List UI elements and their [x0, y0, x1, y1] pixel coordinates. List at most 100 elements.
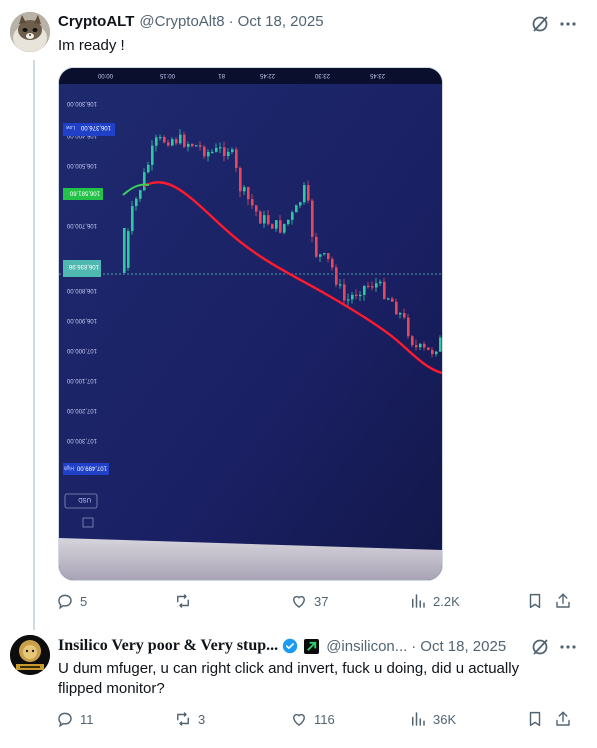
candle-body — [315, 236, 318, 257]
affiliate-badge-icon[interactable] — [304, 638, 320, 654]
price-tick-label: 106,900.00 — [66, 317, 97, 323]
time-tick-label: 23:30 — [314, 72, 330, 78]
tweet-1-media-chart-photo[interactable]: 00:00 00:15 81 22:45 23:30 23:45 106,300.00 10… — [58, 67, 443, 581]
high-price-tag: 107,499.00 High — [63, 463, 109, 475]
avatar-insilico[interactable] — [10, 635, 50, 675]
candle-body — [411, 336, 414, 346]
candle-body — [147, 164, 150, 173]
low-tag-value: 106,376.00 — [80, 124, 111, 130]
author-handle[interactable]: @CryptoAlt8 — [139, 13, 224, 30]
share-icon — [556, 711, 570, 726]
candle-body — [215, 147, 218, 152]
time-tick-label: 22:45 — [259, 72, 275, 78]
avatar-cryptoalt[interactable] — [10, 12, 50, 52]
grok-icon[interactable] — [530, 14, 550, 34]
candle-body — [179, 134, 182, 144]
candle-body — [351, 294, 354, 300]
time-tick-label: 00:15 — [159, 72, 175, 78]
chart-photo: 00:00 00:15 81 22:45 23:30 23:45 106,300.00 10… — [59, 68, 442, 580]
tweet-date[interactable]: Oct 18, 2025 — [420, 638, 506, 655]
candle-body — [259, 211, 262, 224]
candle-body — [171, 139, 174, 146]
share-button[interactable] — [554, 592, 572, 610]
candle-body — [331, 258, 334, 268]
candle-body — [339, 284, 342, 286]
candle-body — [407, 317, 410, 337]
share-button[interactable] — [554, 710, 572, 728]
price-tick-label: 107,000.00 — [66, 347, 97, 353]
tweet-1-text: Im ready ! — [58, 37, 125, 54]
view-count: 2.2K — [433, 593, 460, 609]
high-tag-label: High — [63, 465, 74, 471]
low-price-tag: 106,376.00 Low — [63, 123, 115, 136]
like-button[interactable]: 37 — [290, 592, 328, 610]
bookmark-button[interactable] — [526, 592, 544, 610]
bookmark-icon — [529, 593, 541, 609]
candle-body — [307, 185, 310, 201]
author-name[interactable]: CryptoALT — [58, 13, 134, 30]
price-tick-label: 106,800.00 — [66, 287, 97, 293]
candle-body — [251, 199, 254, 206]
candle-body — [183, 134, 186, 147]
candle-body — [199, 145, 202, 147]
candle-body — [391, 298, 394, 302]
bookmark-icon — [529, 711, 541, 727]
tweet-2[interactable]: Insilico Very poor & Very stup... @insil… — [0, 628, 597, 748]
tweet-1-header: CryptoALT @CryptoAlt8 · Oct 18, 2025 — [58, 13, 324, 30]
separator: · — [228, 13, 234, 30]
candle-body — [243, 187, 246, 192]
views-button[interactable]: 2.2K — [409, 592, 460, 610]
repost-icon — [177, 712, 189, 726]
candle-body — [299, 202, 302, 206]
candle-body — [135, 198, 138, 207]
views-button[interactable]: 36K — [409, 710, 456, 728]
candle-body — [291, 212, 294, 220]
candle-body — [155, 137, 158, 146]
price-tick-label: 106,700.00 — [66, 222, 97, 228]
like-button[interactable]: 116 — [290, 710, 335, 728]
candle-body — [395, 301, 398, 315]
more-icon[interactable] — [558, 14, 578, 34]
candle-body — [207, 151, 210, 157]
candle-body — [399, 313, 402, 315]
candle-body — [187, 143, 190, 147]
price-tick-label: 107,200.00 — [66, 407, 97, 413]
price-tick-label: 106,300.00 — [66, 100, 97, 106]
bookmark-button[interactable] — [526, 710, 544, 728]
tweet-2-top-icons — [530, 637, 578, 657]
more-icon[interactable] — [558, 637, 578, 657]
reply-button[interactable]: 5 — [56, 592, 87, 610]
candle-body — [335, 267, 338, 285]
last-price-value: 106,836.96 — [68, 263, 99, 269]
tweet-2-actions: 11 3 116 36K — [56, 710, 576, 732]
candle-body — [247, 187, 250, 200]
repost-button[interactable]: 3 — [174, 710, 205, 728]
currency-label: USD — [78, 496, 91, 502]
author-name[interactable]: Insilico Very poor & Very stup... — [58, 637, 278, 655]
candle-body — [255, 205, 258, 212]
author-handle[interactable]: @insilicon... — [326, 638, 407, 655]
grok-icon[interactable] — [530, 637, 550, 657]
candle-body — [343, 284, 346, 301]
repost-icon — [177, 594, 189, 608]
tweet-1[interactable]: CryptoALT @CryptoAlt8 · Oct 18, 2025 Im … — [0, 0, 597, 630]
repost-button[interactable] — [174, 592, 198, 610]
reply-button[interactable]: 11 — [56, 710, 94, 728]
candle-body — [167, 142, 170, 146]
candle-body — [367, 285, 370, 288]
candle-body — [275, 220, 278, 229]
candle-body — [363, 285, 366, 295]
tweet-date[interactable]: Oct 18, 2025 — [238, 13, 324, 30]
green-price-tag: 106,581.60 — [63, 188, 103, 200]
candle-body — [131, 206, 134, 232]
like-count: 37 — [314, 593, 329, 609]
candle-body — [235, 149, 238, 169]
candle-body — [123, 228, 126, 273]
candle-body — [223, 147, 226, 157]
candle-body — [163, 136, 166, 143]
views-icon — [412, 594, 425, 608]
tweet-2-text: U dum mfuger, u can right click and inve… — [58, 660, 520, 697]
candle-body — [439, 337, 442, 352]
view-count: 36K — [433, 711, 457, 727]
green-tag-value: 106,581.60 — [69, 190, 100, 196]
